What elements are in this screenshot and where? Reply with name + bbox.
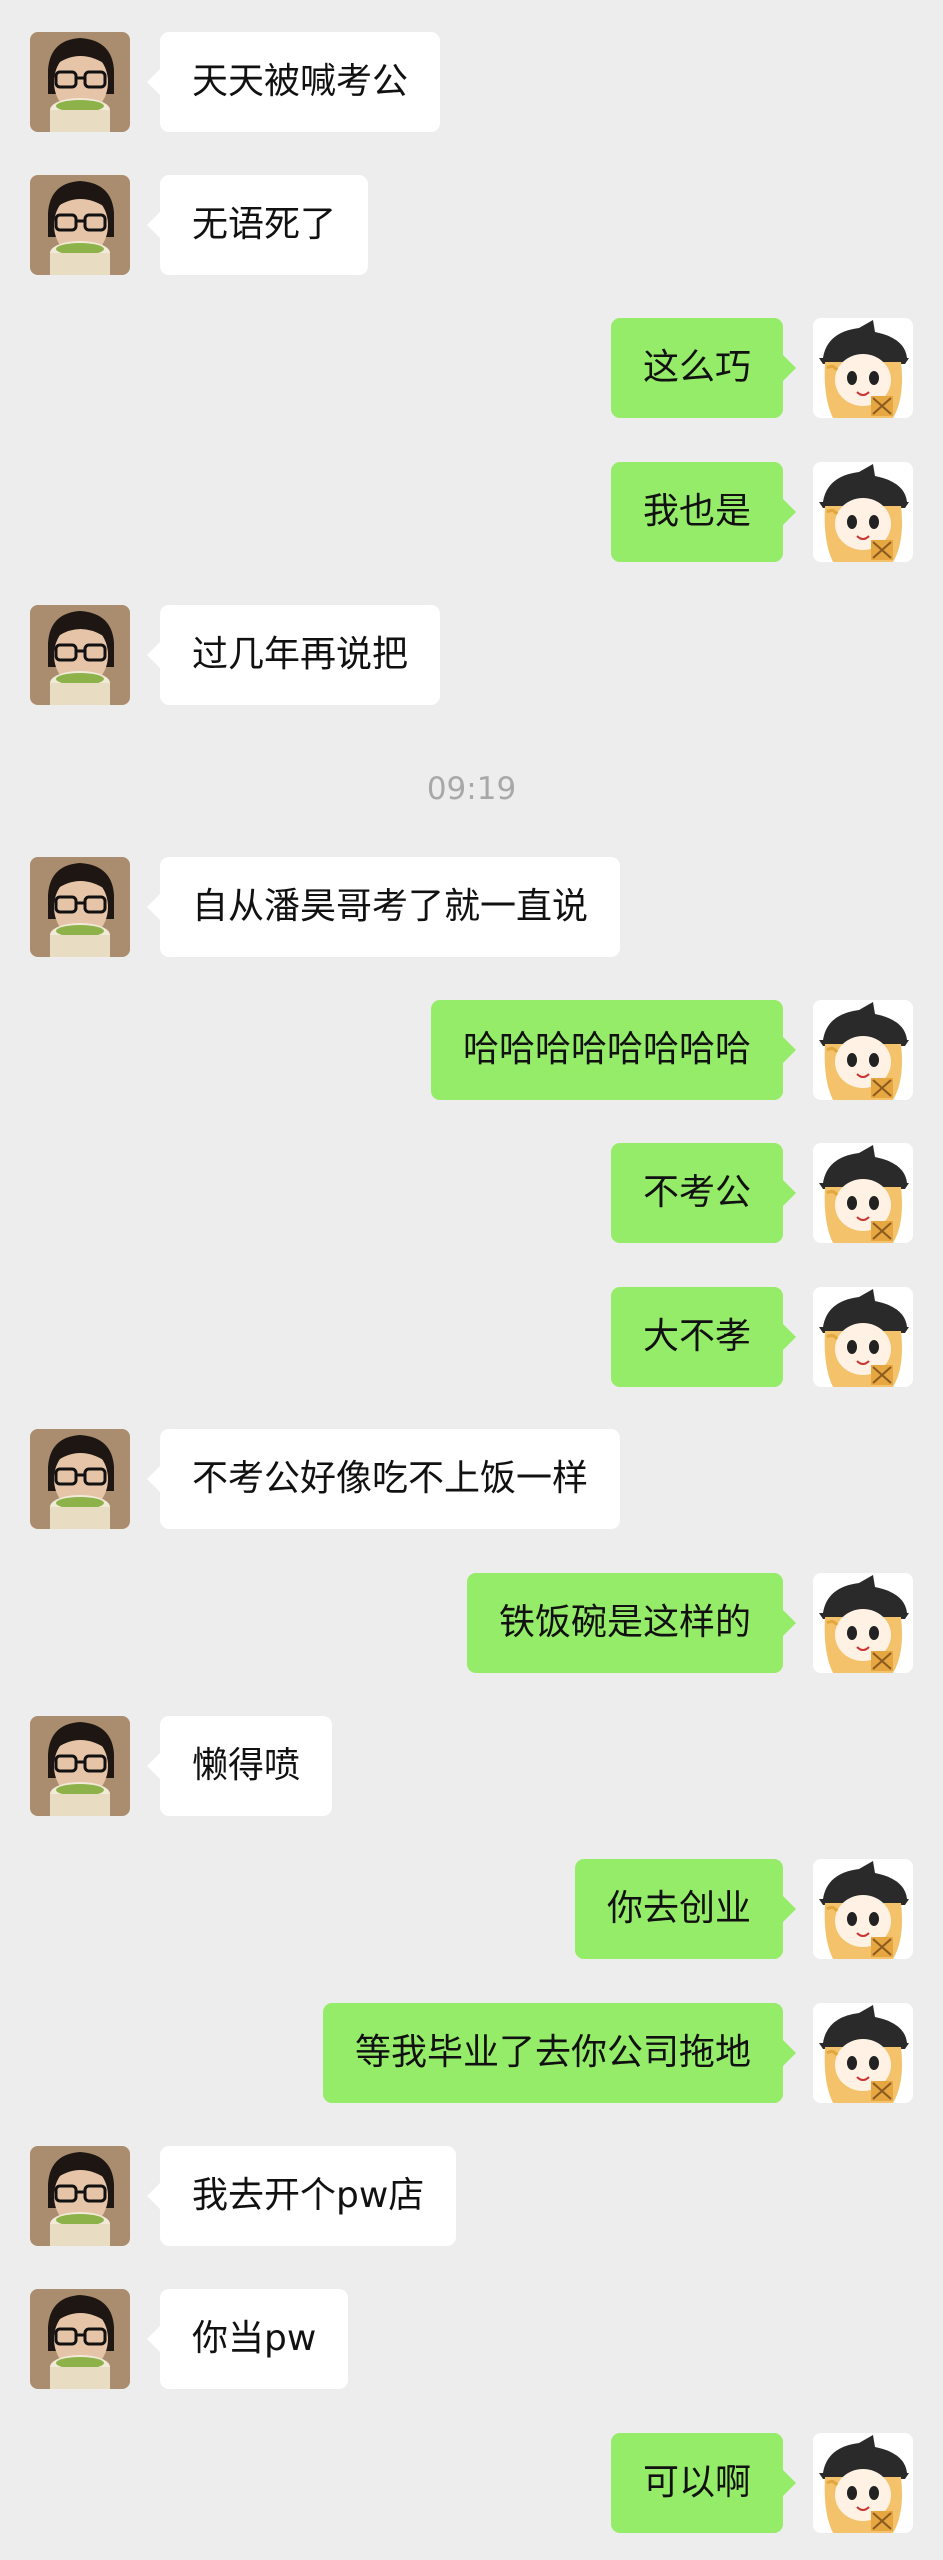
message-row: 铁饭碗是这样的 — [0, 1573, 943, 1673]
my-avatar[interactable] — [813, 1287, 913, 1387]
received-message-bubble[interactable]: 天天被喊考公 — [146, 32, 441, 132]
received-message-bubble[interactable]: 你当pw — [146, 2289, 349, 2389]
received-message-bubble[interactable]: 我去开个pw店 — [146, 2146, 457, 2246]
message-row: 我也是 — [0, 462, 943, 562]
my-avatar[interactable] — [813, 1573, 913, 1673]
message-row: 不考公好像吃不上饭一样 — [0, 1429, 943, 1529]
message-row: 过几年再说把 — [0, 605, 943, 705]
my-avatar[interactable] — [813, 462, 913, 562]
message-row: 无语死了 — [0, 175, 943, 275]
sent-message-bubble[interactable]: 铁饭碗是这样的 — [466, 1573, 797, 1673]
message-row: 可以啊 — [0, 2433, 943, 2533]
contact-avatar[interactable] — [30, 605, 130, 705]
message-row: 不考公 — [0, 1143, 943, 1243]
message-row: 你去创业 — [0, 1859, 943, 1959]
received-message-bubble[interactable]: 过几年再说把 — [146, 605, 441, 705]
contact-avatar[interactable] — [30, 1716, 130, 1816]
my-avatar[interactable] — [813, 1859, 913, 1959]
chat-message-list[interactable]: 天天被喊考公 无语死了这么巧我也是过几年再说把自从潘昊哥考了就一直说哈哈哈哈哈哈哈… — [0, 0, 943, 2560]
contact-avatar[interactable] — [30, 1429, 130, 1529]
message-row: 天天被喊考公 — [0, 32, 943, 132]
sent-message-bubble[interactable]: 等我毕业了去你公司拖地 — [322, 2003, 797, 2103]
contact-avatar[interactable] — [30, 175, 130, 275]
sent-message-bubble[interactable]: 可以啊 — [610, 2433, 797, 2533]
sent-message-bubble[interactable]: 不考公 — [610, 1143, 797, 1243]
received-message-bubble[interactable]: 懒得喷 — [146, 1716, 333, 1816]
message-row: 哈哈哈哈哈哈哈哈 — [0, 1000, 943, 1100]
received-message-bubble[interactable]: 不考公好像吃不上饭一样 — [146, 1429, 621, 1529]
received-message-bubble[interactable]: 无语死了 — [146, 175, 369, 275]
message-row: 等我毕业了去你公司拖地 — [0, 2003, 943, 2103]
contact-avatar[interactable] — [30, 857, 130, 957]
sent-message-bubble[interactable]: 我也是 — [610, 462, 797, 562]
sent-message-bubble[interactable]: 你去创业 — [574, 1859, 797, 1959]
sent-message-bubble[interactable]: 大不孝 — [610, 1287, 797, 1387]
chat-timestamp: 09:19 — [426, 771, 517, 807]
message-row: 大不孝 — [0, 1287, 943, 1387]
received-message-bubble[interactable]: 自从潘昊哥考了就一直说 — [146, 857, 621, 957]
message-row: 这么巧 — [0, 318, 943, 418]
my-avatar[interactable] — [813, 1000, 913, 1100]
my-avatar[interactable] — [813, 2003, 913, 2103]
sent-message-bubble[interactable]: 这么巧 — [610, 318, 797, 418]
message-row: 我去开个pw店 — [0, 2146, 943, 2246]
my-avatar[interactable] — [813, 1143, 913, 1243]
message-row: 你当pw — [0, 2289, 943, 2389]
contact-avatar[interactable] — [30, 32, 130, 132]
contact-avatar[interactable] — [30, 2146, 130, 2246]
contact-avatar[interactable] — [30, 2289, 130, 2389]
message-row: 自从潘昊哥考了就一直说 — [0, 857, 943, 957]
message-row: 懒得喷 — [0, 1716, 943, 1816]
my-avatar[interactable] — [813, 318, 913, 418]
sent-message-bubble[interactable]: 哈哈哈哈哈哈哈哈 — [430, 1000, 797, 1100]
my-avatar[interactable] — [813, 2433, 913, 2533]
